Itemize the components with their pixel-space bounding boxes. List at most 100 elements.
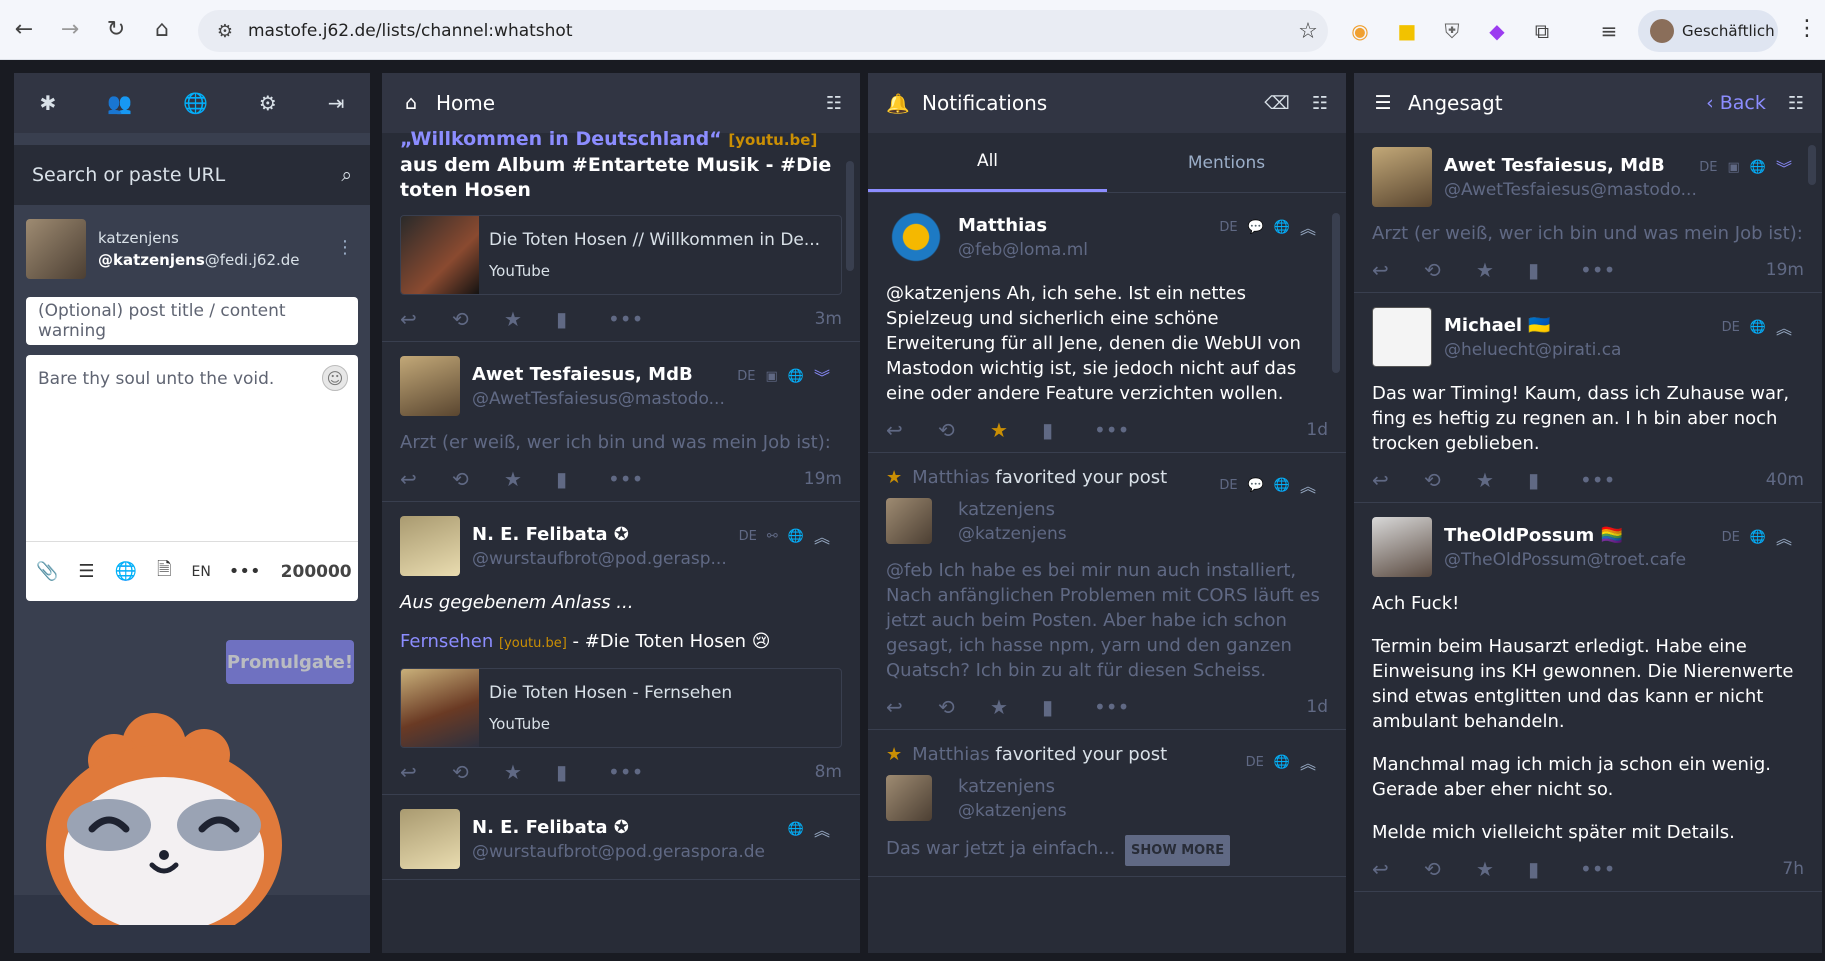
bookmark-icon[interactable]: ▮ xyxy=(1528,468,1580,492)
handle[interactable]: @katzenjens xyxy=(958,524,1067,544)
collapse-chevron-icon[interactable]: ︽ xyxy=(814,524,830,548)
rss-icon[interactable]: ◉ xyxy=(1345,16,1375,46)
home-header[interactable]: ⌂ Home ☷ xyxy=(382,73,860,133)
avatar[interactable] xyxy=(400,356,460,416)
reply-icon[interactable]: ↩ xyxy=(1372,258,1424,282)
notification-item[interactable]: ★ Matthias favorited your post DE 🌐 ︽ katze… xyxy=(868,730,1346,877)
timestamp[interactable]: 40m xyxy=(1766,470,1804,490)
boost-icon[interactable]: ⟲ xyxy=(1424,468,1476,492)
favourite-star-icon[interactable]: ★ xyxy=(1476,258,1528,282)
favourite-star-icon[interactable]: ★ xyxy=(990,418,1042,442)
notifications-header[interactable]: 🔔 Notifications ⌫ ☷ xyxy=(868,73,1346,133)
handle[interactable]: @AwetTesfaiesus@mastodo... xyxy=(472,389,725,409)
avatar[interactable] xyxy=(1372,517,1432,577)
expand-chevron-icon[interactable]: ︾ xyxy=(814,364,830,388)
avatar[interactable] xyxy=(26,219,86,279)
favourite-star-icon[interactable]: ★ xyxy=(1476,468,1528,492)
avatar[interactable] xyxy=(886,498,932,544)
handle[interactable]: @TheOldPossum@troet.cafe xyxy=(1444,550,1686,570)
display-name[interactable]: N. E. Felibata ✪ xyxy=(472,817,765,838)
trending-header[interactable]: ☰ Angesagt ‹ Back ☷ xyxy=(1354,73,1822,133)
boost-icon[interactable]: ⟲ xyxy=(452,760,504,784)
bookmark-icon[interactable]: ▮ xyxy=(556,467,608,491)
account-menu-icon[interactable]: ⋮ xyxy=(336,237,354,258)
reply-all-icon[interactable]: ↩ xyxy=(886,695,938,719)
notification-item[interactable]: ★ Matthias favorited your post DE 💬 🌐 ︽ katz… xyxy=(868,453,1346,730)
scrollbar[interactable] xyxy=(846,161,854,271)
favourite-star-icon[interactable]: ★ xyxy=(504,467,556,491)
bookmark-icon[interactable]: ▮ xyxy=(1042,418,1094,442)
favourite-star-icon[interactable]: ★ xyxy=(1476,857,1528,881)
status-item[interactable]: 🌐 ︽ N. E. Felibata ✪ @wurstaufbrot@pod.ger… xyxy=(382,795,860,880)
timestamp[interactable]: 1d xyxy=(1306,420,1328,440)
more-options-icon[interactable]: ••• xyxy=(229,561,261,582)
more-icon[interactable]: ••• xyxy=(1094,695,1146,719)
handle[interactable]: @feb@loma.ml xyxy=(958,240,1088,260)
status-item[interactable]: DE ▣ 🌐 ︾ Awet Tesfaiesus, MdB @AwetTesfaiesu… xyxy=(1354,133,1822,293)
collapse-chevron-icon[interactable]: ︽ xyxy=(1300,750,1316,774)
display-name[interactable]: katzenjens xyxy=(958,499,1067,520)
visibility-globe-icon[interactable]: 🌐 xyxy=(115,561,137,582)
search-input[interactable]: Search or paste URL ⌕ xyxy=(14,145,370,205)
clear-eraser-icon[interactable]: ⌫ xyxy=(1264,93,1289,114)
bookmark-icon[interactable]: ▮ xyxy=(556,760,608,784)
timestamp[interactable]: 8m xyxy=(815,762,842,782)
bookmark-icon[interactable]: ▮ xyxy=(1042,695,1094,719)
address-bar[interactable]: ⚙ mastofe.j62.de/lists/channel:whatshot … xyxy=(198,10,1328,52)
display-name[interactable]: Awet Tesfaiesus, MdB xyxy=(472,364,725,385)
account-card[interactable]: katzenjens @katzenjens@fedi.j62.de ⋮ xyxy=(14,205,370,293)
back-button[interactable]: ‹ Back xyxy=(1706,92,1766,114)
status-textarea[interactable]: Bare thy soul unto the void. ☺ xyxy=(26,355,358,541)
handle[interactable]: @AwetTesfaiesus@mastodo... xyxy=(1444,180,1697,200)
handle[interactable]: @wurstaufbrot@pod.gerasp... xyxy=(472,549,727,569)
display-name[interactable]: TheOldPossum 🏳️‍🌈 xyxy=(1444,525,1686,546)
bookmark-icon[interactable]: ▮ xyxy=(1528,857,1580,881)
collapse-chevron-icon[interactable]: ︽ xyxy=(1776,525,1792,549)
home-icon[interactable]: ⌂ xyxy=(140,8,184,52)
more-icon[interactable]: ••• xyxy=(608,760,660,784)
bookmark-star-icon[interactable]: ☆ xyxy=(1288,19,1328,44)
collapse-chevron-icon[interactable]: ︽ xyxy=(1300,215,1316,239)
status-item[interactable]: DE ▣ 🌐 ︾ Awet Tesfaiesus, MdB @AwetTesfaiesu… xyxy=(382,342,860,502)
search-icon[interactable]: ⌕ xyxy=(341,164,352,186)
display-name[interactable]: katzenjens xyxy=(958,776,1067,797)
more-icon[interactable]: ••• xyxy=(1580,857,1632,881)
publish-button[interactable]: Promulgate! xyxy=(226,640,354,684)
poll-icon[interactable]: ☰ xyxy=(78,561,94,582)
reply-icon[interactable]: ↩ xyxy=(400,307,452,331)
display-name[interactable]: Awet Tesfaiesus, MdB xyxy=(1444,155,1697,176)
column-settings-icon[interactable]: ☷ xyxy=(826,93,842,114)
media-queue-icon[interactable]: ≡ xyxy=(1594,16,1624,46)
collapse-chevron-icon[interactable]: ︽ xyxy=(1776,315,1792,339)
tab-all[interactable]: All xyxy=(868,133,1107,192)
extension-yellow-icon[interactable]: ■ xyxy=(1392,16,1422,46)
favourite-star-icon[interactable]: ★ xyxy=(504,307,556,331)
emoji-picker-icon[interactable]: ☺ xyxy=(322,365,348,391)
url-text[interactable]: mastofe.j62.de/lists/channel:whatshot xyxy=(248,21,1288,41)
avatar[interactable] xyxy=(1372,147,1432,207)
reply-icon[interactable]: ↩ xyxy=(1372,468,1424,492)
more-icon[interactable]: ••• xyxy=(1580,258,1632,282)
avatar[interactable] xyxy=(886,775,932,821)
link-card[interactable]: Die Toten Hosen - Fernsehen YouTube xyxy=(400,668,842,748)
site-info-icon[interactable]: ⚙ xyxy=(208,21,242,42)
column-settings-icon[interactable]: ☷ xyxy=(1788,93,1804,114)
link-card[interactable]: Die Toten Hosen // Willkommen in De... Y… xyxy=(400,215,842,295)
expand-chevron-icon[interactable]: ︾ xyxy=(1776,155,1792,179)
logout-icon[interactable]: ⇥ xyxy=(328,91,345,115)
show-more-button[interactable]: SHOW MORE xyxy=(1125,835,1231,866)
more-icon[interactable]: ••• xyxy=(608,467,660,491)
collapse-chevron-icon[interactable]: ︽ xyxy=(1300,473,1316,497)
display-name[interactable]: Matthias xyxy=(958,215,1088,236)
handle[interactable]: @heluecht@pirati.ca xyxy=(1444,340,1621,360)
handle[interactable]: @katzenjens xyxy=(958,801,1067,821)
favourite-star-icon[interactable]: ★ xyxy=(990,695,1042,719)
reply-icon[interactable]: ↩ xyxy=(1372,857,1424,881)
local-timeline-icon[interactable]: 👥 xyxy=(107,91,132,115)
display-name[interactable]: N. E. Felibata ✪ xyxy=(472,524,727,545)
scrollbar[interactable] xyxy=(1332,213,1340,373)
more-icon[interactable]: ••• xyxy=(1580,468,1632,492)
timestamp[interactable]: 19m xyxy=(1766,260,1804,280)
extension-purple-icon[interactable]: ◆ xyxy=(1482,16,1512,46)
settings-cog-icon[interactable]: ⚙ xyxy=(259,91,277,115)
